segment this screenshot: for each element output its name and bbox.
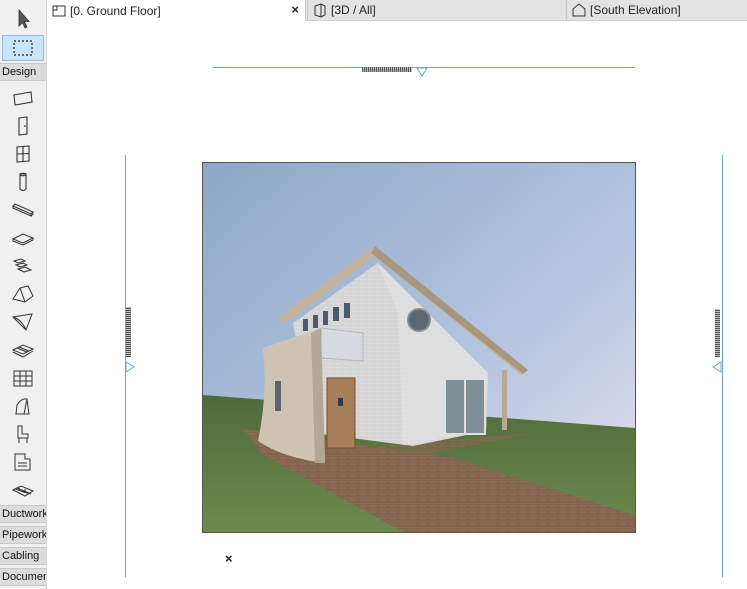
railing-icon (11, 485, 35, 497)
toolbox-group-pipework[interactable]: Pipework (0, 526, 46, 544)
window-tool[interactable] (2, 141, 44, 167)
marker-handle-top[interactable] (362, 67, 412, 72)
elevation-line-right (722, 155, 723, 577)
tab-label: [3D / All] (331, 3, 376, 17)
column-tool[interactable] (2, 169, 44, 195)
object-tool[interactable] (2, 421, 44, 447)
elevation-icon (571, 2, 587, 18)
floor-plan-icon (51, 3, 67, 19)
roof-icon (12, 285, 34, 303)
marker-triangle-top[interactable] (416, 67, 428, 77)
tab-label: [South Elevation] (590, 3, 681, 17)
slab-icon (11, 233, 35, 246)
marker-triangle-left[interactable] (125, 361, 135, 373)
3d-window-icon (312, 2, 328, 18)
marquee-tool[interactable] (2, 35, 44, 61)
marker-handle-left[interactable] (126, 307, 131, 357)
chair-icon (17, 425, 29, 443)
window-icon (16, 145, 30, 163)
toolbox-palette: Design Ductwork Pipework Cabling Docume (0, 0, 47, 589)
zone-icon (14, 453, 31, 471)
roof-tool[interactable] (2, 281, 44, 307)
stair-tool[interactable] (2, 253, 44, 279)
beam-icon (12, 203, 34, 217)
origin-mark: × (225, 551, 233, 566)
tab-label: [0. Ground Floor] (70, 3, 161, 18)
marker-handle-right[interactable] (715, 309, 720, 357)
arrow-pointer-icon (18, 8, 30, 29)
morph-tool[interactable] (2, 393, 44, 419)
mesh-icon (11, 344, 35, 358)
toolbox-group-document[interactable]: Document (0, 568, 46, 586)
column-icon (19, 172, 27, 192)
tab-ground-floor[interactable]: [0. Ground Floor] × (47, 0, 306, 21)
tab-south-elevation[interactable]: [South Elevation] (566, 0, 747, 20)
slab-tool[interactable] (2, 225, 44, 251)
door-tool[interactable] (2, 113, 44, 139)
marker-triangle-right[interactable] (712, 361, 722, 373)
wall-icon (13, 91, 33, 106)
shell-icon (11, 313, 33, 331)
close-tab-button[interactable]: × (291, 2, 299, 17)
tab-bar: [0. Ground Floor] × [3D / All] [South El… (0, 0, 747, 21)
door-icon (18, 116, 28, 136)
toolbox-group-cabling[interactable]: Cabling (0, 547, 46, 565)
stair-icon (12, 258, 33, 273)
toolbox-group-ductwork[interactable]: Ductwork (0, 505, 46, 523)
curtain-wall-tool[interactable] (2, 365, 44, 391)
marquee-icon (13, 40, 33, 56)
railing-tool[interactable] (2, 477, 44, 503)
shell-tool[interactable] (2, 309, 44, 335)
morph-icon (15, 398, 30, 415)
toolbox-group-design[interactable]: Design (0, 63, 46, 81)
zone-tool[interactable] (2, 449, 44, 475)
tab-3d-all[interactable]: [3D / All] (307, 0, 566, 20)
arrow-tool[interactable] (2, 6, 44, 32)
beam-tool[interactable] (2, 197, 44, 223)
mesh-tool[interactable] (2, 337, 44, 363)
wall-tool[interactable] (2, 85, 44, 111)
rendered-house-image[interactable] (202, 162, 636, 533)
curtain-wall-icon (13, 370, 33, 387)
